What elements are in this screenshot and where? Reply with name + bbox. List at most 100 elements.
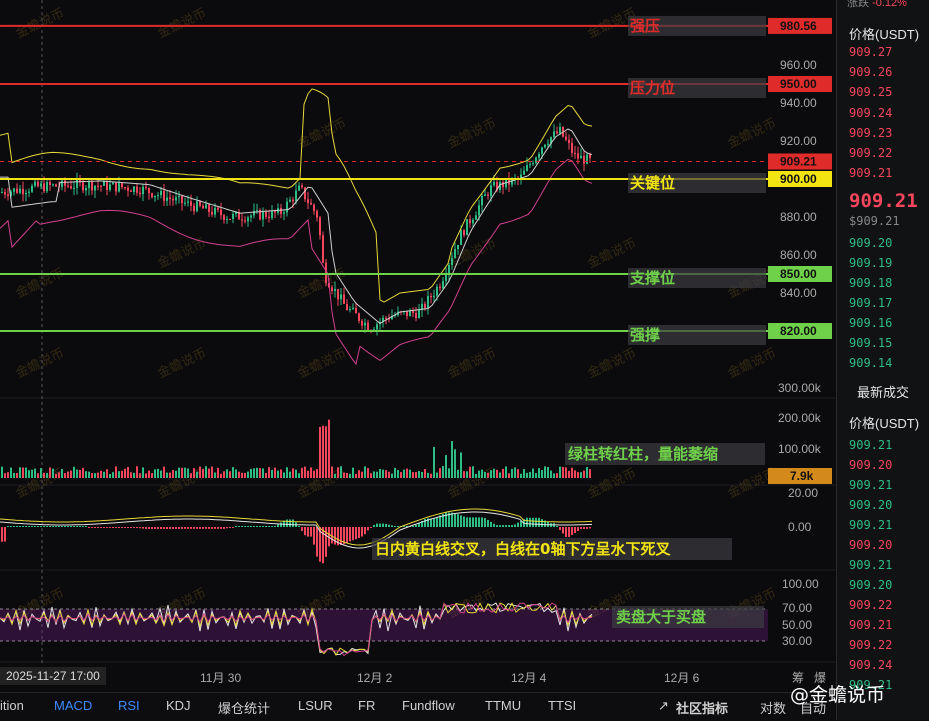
volume-bar bbox=[403, 469, 405, 478]
candle-body bbox=[430, 295, 432, 298]
bid-price[interactable]: 909.17 bbox=[849, 296, 892, 310]
volume-bar bbox=[61, 469, 63, 478]
price-chart[interactable]: 金蟾说币 金蟾说币金蟾说币金蟾说币金蟾说币 金蟾说币金蟾说币金蟾说币金蟾说币金蟾说币… bbox=[0, 0, 929, 720]
macd-bar bbox=[388, 524, 390, 527]
macd-bar bbox=[28, 526, 30, 527]
macd-bar bbox=[262, 526, 264, 527]
volume-bar bbox=[310, 467, 312, 478]
ask-price[interactable]: 909.22 bbox=[849, 146, 892, 160]
ask-price[interactable]: 909.26 bbox=[849, 65, 892, 79]
macd-bar bbox=[364, 527, 366, 535]
volume-bar bbox=[406, 468, 408, 478]
bid-price[interactable]: 909.18 bbox=[849, 276, 892, 290]
volume-bar bbox=[478, 470, 480, 478]
candle-body bbox=[211, 211, 213, 215]
candle-body bbox=[37, 181, 39, 187]
volume-bar bbox=[226, 469, 228, 478]
macd-bar bbox=[463, 516, 465, 527]
volume-bar bbox=[571, 467, 573, 478]
volume-bar bbox=[118, 471, 120, 478]
tab-fr[interactable]: FR bbox=[358, 698, 375, 713]
macd-bar bbox=[94, 527, 96, 528]
macd-bar bbox=[451, 512, 453, 527]
macd-bar bbox=[1, 527, 3, 542]
macd-bar bbox=[160, 527, 162, 530]
bid-price[interactable]: 909.15 bbox=[849, 336, 892, 350]
candle-body bbox=[28, 191, 30, 193]
tab-macd[interactable]: MACD bbox=[54, 698, 92, 713]
date-tick: 12月 4 bbox=[511, 671, 547, 685]
ask-price[interactable]: 909.25 bbox=[849, 85, 892, 99]
rsi-note: 卖盘大于买盘 bbox=[616, 608, 706, 626]
tab-rsi[interactable]: RSI bbox=[118, 698, 140, 713]
macd-bar bbox=[358, 527, 360, 538]
volume-bar bbox=[424, 469, 426, 478]
volume-bar bbox=[370, 473, 372, 478]
macd-bar bbox=[385, 523, 387, 527]
candle-body bbox=[577, 153, 579, 159]
volume-bar bbox=[265, 472, 267, 478]
candle-body bbox=[412, 310, 414, 313]
volume-bar bbox=[67, 471, 69, 478]
volume-bar bbox=[355, 473, 357, 478]
candle-body bbox=[280, 208, 282, 214]
tab-lsur[interactable]: LSUR bbox=[298, 698, 333, 713]
ask-price[interactable]: 909.23 bbox=[849, 126, 892, 140]
macd-bar bbox=[205, 527, 207, 529]
volume-bar bbox=[484, 472, 486, 478]
tab-log-scale[interactable]: 对数 bbox=[760, 698, 786, 717]
tab-position[interactable]: ition bbox=[0, 698, 24, 713]
bid-price[interactable]: 909.16 bbox=[849, 316, 892, 330]
candle-body bbox=[220, 209, 222, 216]
volume-bar bbox=[268, 467, 270, 478]
candle-body bbox=[250, 215, 252, 218]
date-tick: 12月 2 bbox=[357, 671, 393, 685]
candle-body bbox=[340, 294, 342, 300]
bid-price[interactable]: 909.20 bbox=[849, 236, 892, 250]
macd-bar bbox=[307, 527, 309, 537]
candle-body bbox=[574, 152, 576, 154]
candle-body bbox=[451, 257, 453, 265]
candle-body bbox=[88, 182, 90, 189]
macd-bar bbox=[241, 526, 243, 527]
volume-tick: 100.00k bbox=[778, 442, 822, 456]
external-link-icon[interactable]: ↗ bbox=[658, 698, 669, 714]
volume-bar bbox=[256, 467, 258, 478]
candle-body bbox=[106, 181, 108, 190]
tab-kdj[interactable]: KDJ bbox=[166, 698, 191, 713]
macd-bar bbox=[127, 527, 129, 528]
tab-ttmu[interactable]: TTMU bbox=[485, 698, 521, 713]
cursor-date-label: 2025-11-27 17:00 bbox=[0, 667, 106, 685]
volume-bar bbox=[583, 470, 585, 478]
level-tag-text: 950.00 bbox=[780, 77, 817, 91]
volume-bar bbox=[580, 472, 582, 478]
macd-bar bbox=[97, 527, 99, 528]
bid-price[interactable]: 909.14 bbox=[849, 356, 892, 370]
candle-body bbox=[418, 309, 420, 319]
macd-bar bbox=[484, 518, 486, 527]
candle-body bbox=[376, 324, 378, 330]
tab-liquidation-stats[interactable]: 爆仓统计 bbox=[218, 698, 270, 717]
macd-bar bbox=[238, 526, 240, 527]
macd-bar bbox=[154, 527, 156, 530]
trade-price: 909.20 bbox=[849, 578, 893, 592]
volume-bar bbox=[145, 473, 147, 478]
ask-price[interactable]: 909.24 bbox=[849, 106, 892, 120]
candle-body bbox=[481, 196, 483, 206]
volume-bar bbox=[232, 467, 234, 478]
candle-body bbox=[34, 181, 36, 186]
macd-bar bbox=[316, 527, 318, 557]
ask-price[interactable]: 909.27 bbox=[849, 45, 892, 59]
volume-bar bbox=[34, 468, 36, 478]
ask-price[interactable]: 909.21 bbox=[849, 166, 892, 180]
macd-bar bbox=[382, 523, 384, 527]
volume-bar bbox=[490, 470, 492, 478]
volume-bar bbox=[82, 467, 84, 478]
tab-ttsi[interactable]: TTSI bbox=[548, 698, 576, 713]
volume-bar bbox=[466, 471, 468, 478]
tab-fundflow[interactable]: Fundflow bbox=[402, 698, 455, 713]
chart-background bbox=[0, 0, 836, 692]
volume-bar bbox=[589, 469, 591, 478]
bid-price[interactable]: 909.19 bbox=[849, 256, 892, 270]
tab-community-indicators[interactable]: 社区指标 bbox=[676, 698, 728, 717]
